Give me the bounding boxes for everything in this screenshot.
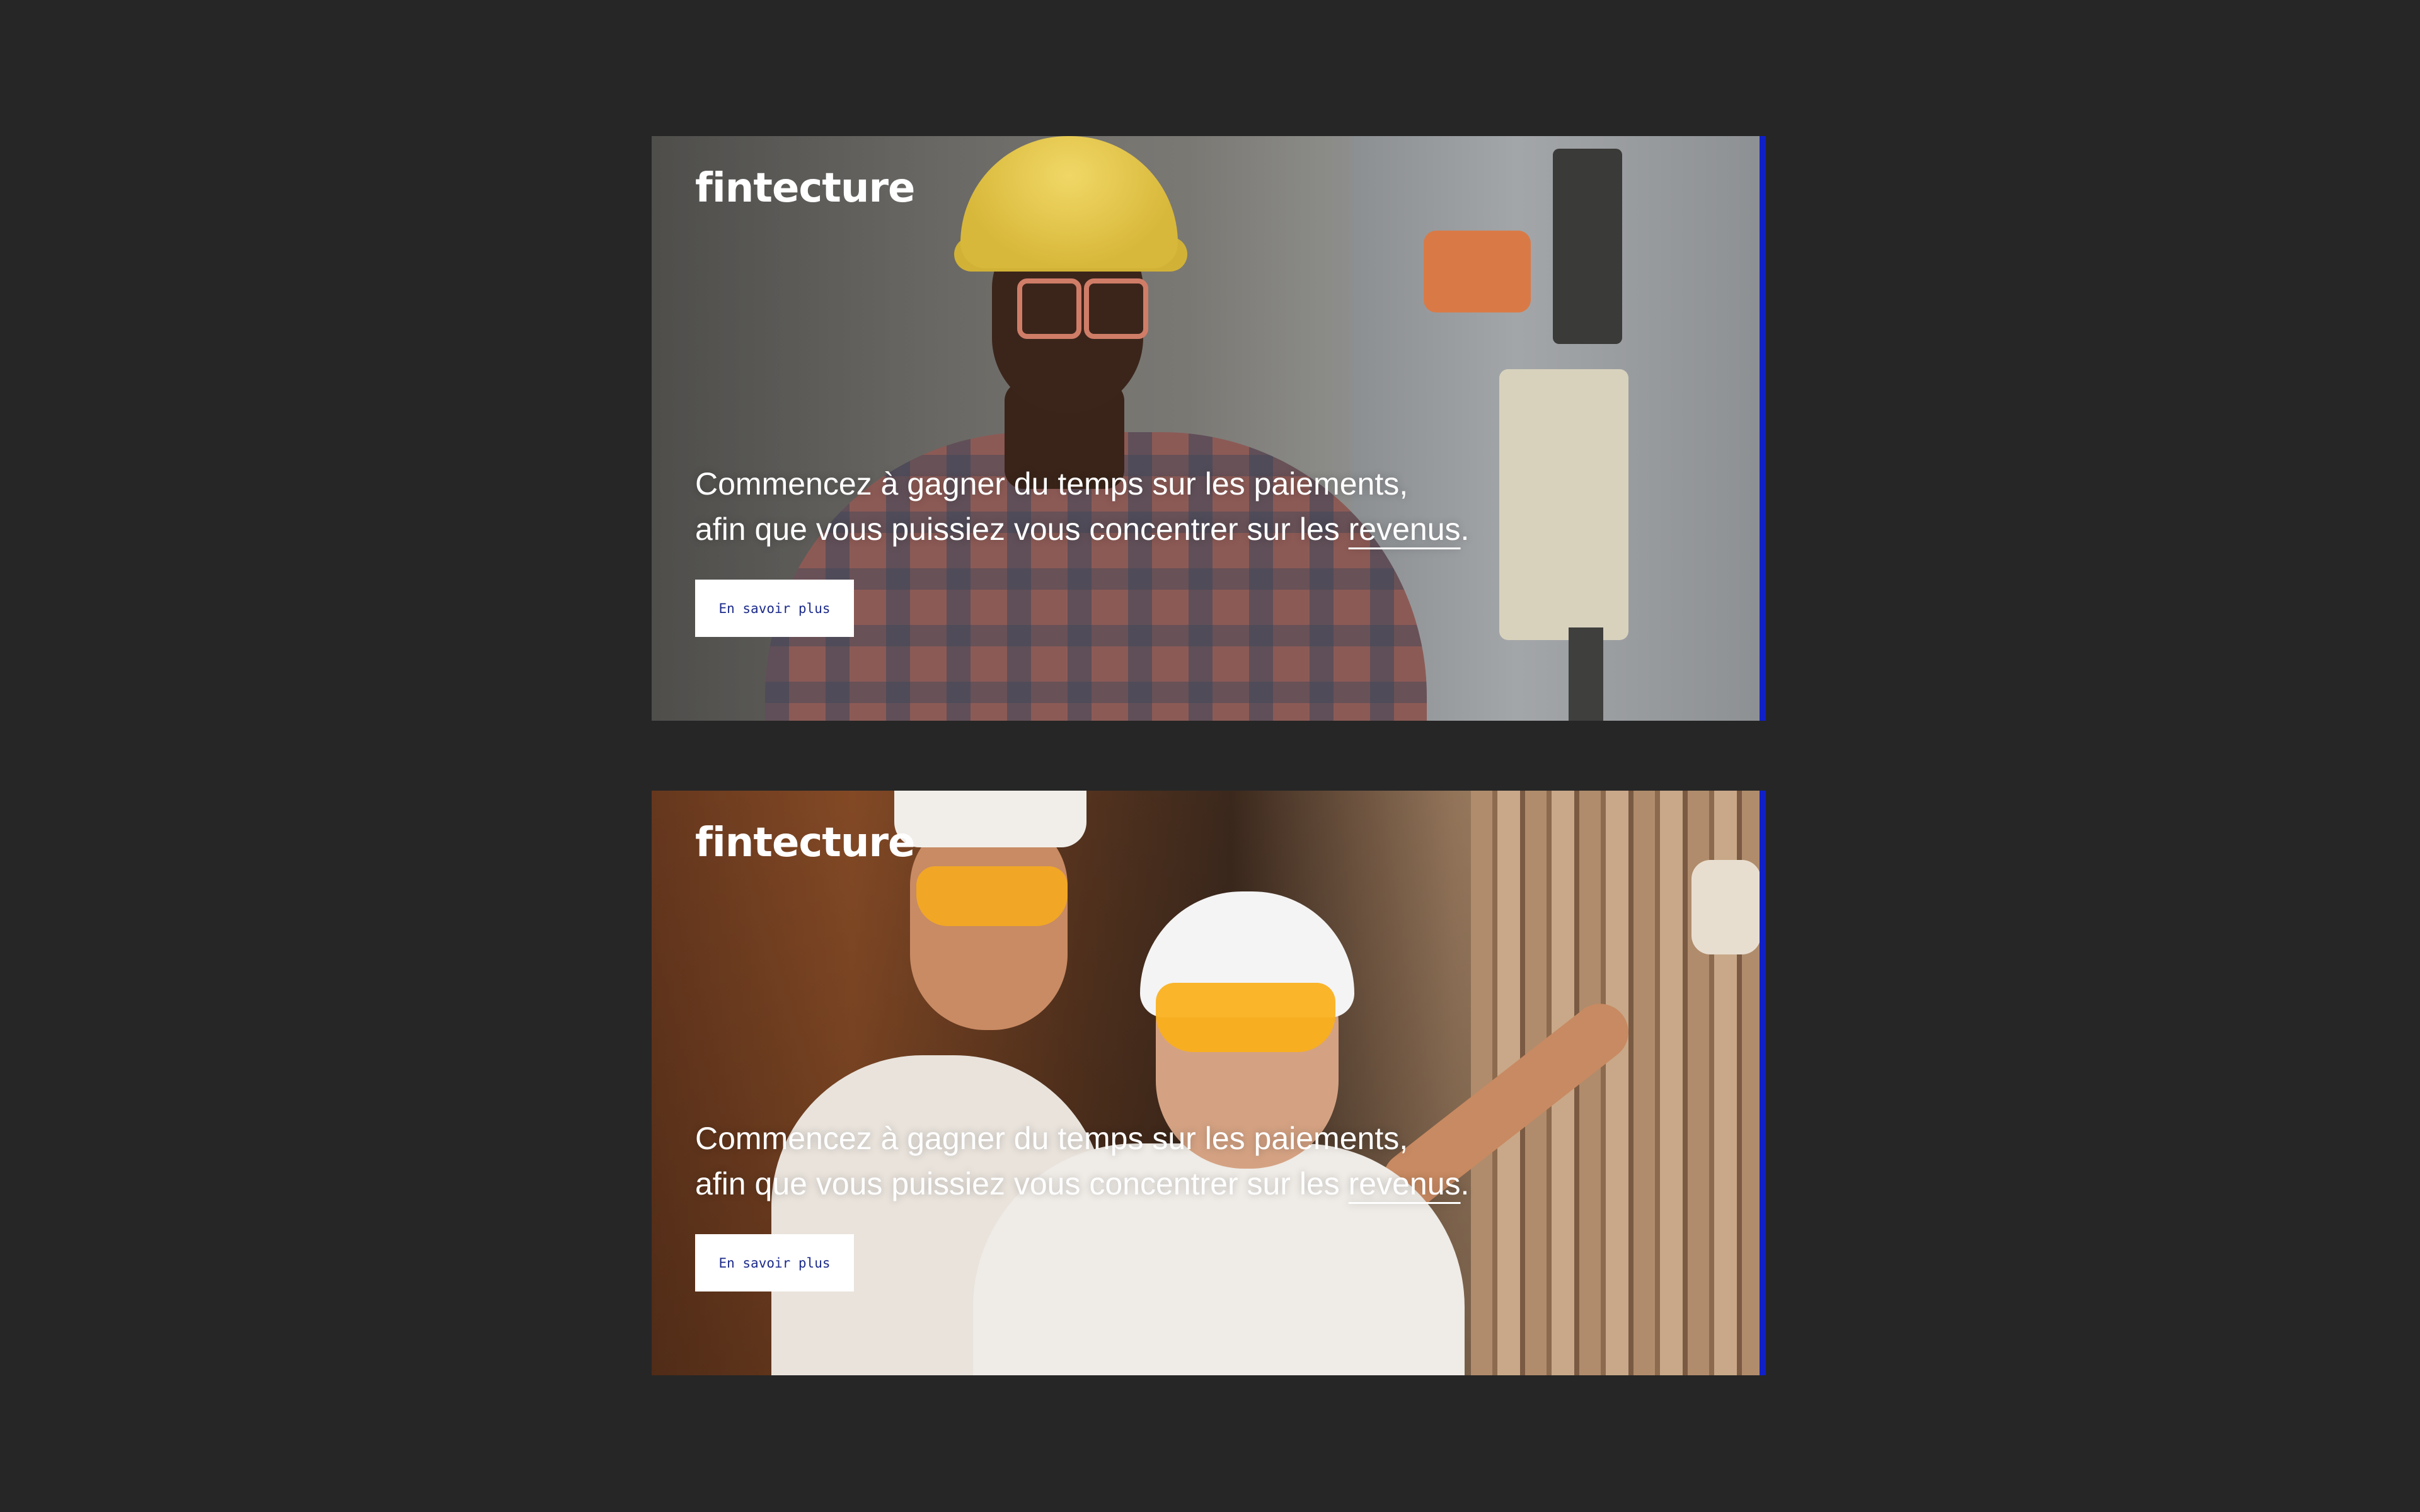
ad-banner-construction-worker[interactable]: fintecture Commencez à gagner du temps s… xyxy=(652,136,1766,721)
learn-more-button[interactable]: En savoir plus xyxy=(695,1234,854,1292)
headline-suffix: . xyxy=(1460,512,1470,547)
headline-suffix: . xyxy=(1460,1166,1470,1201)
headline-line-1: Commencez à gagner du temps sur les paie… xyxy=(695,1121,1409,1156)
brand-logo: fintecture xyxy=(695,820,915,866)
accent-bar xyxy=(1760,791,1766,1375)
headline-line-2: afin que vous puissiez vous concentrer s… xyxy=(695,512,1349,547)
learn-more-button[interactable]: En savoir plus xyxy=(695,580,854,637)
banner-headline: Commencez à gagner du temps sur les paie… xyxy=(695,461,1514,552)
headline-line-2: afin que vous puissiez vous concentrer s… xyxy=(695,1166,1349,1201)
headline-highlight-word: revenus xyxy=(1348,512,1461,547)
ad-banner-construction-team[interactable]: fintecture Commencez à gagner du temps s… xyxy=(652,791,1766,1375)
brand-logo: fintecture xyxy=(695,165,915,212)
accent-bar xyxy=(1760,136,1766,721)
headline-line-1: Commencez à gagner du temps sur les paie… xyxy=(695,466,1409,501)
headline-highlight-word: revenus xyxy=(1348,1166,1461,1201)
banner-headline: Commencez à gagner du temps sur les paie… xyxy=(695,1116,1514,1206)
